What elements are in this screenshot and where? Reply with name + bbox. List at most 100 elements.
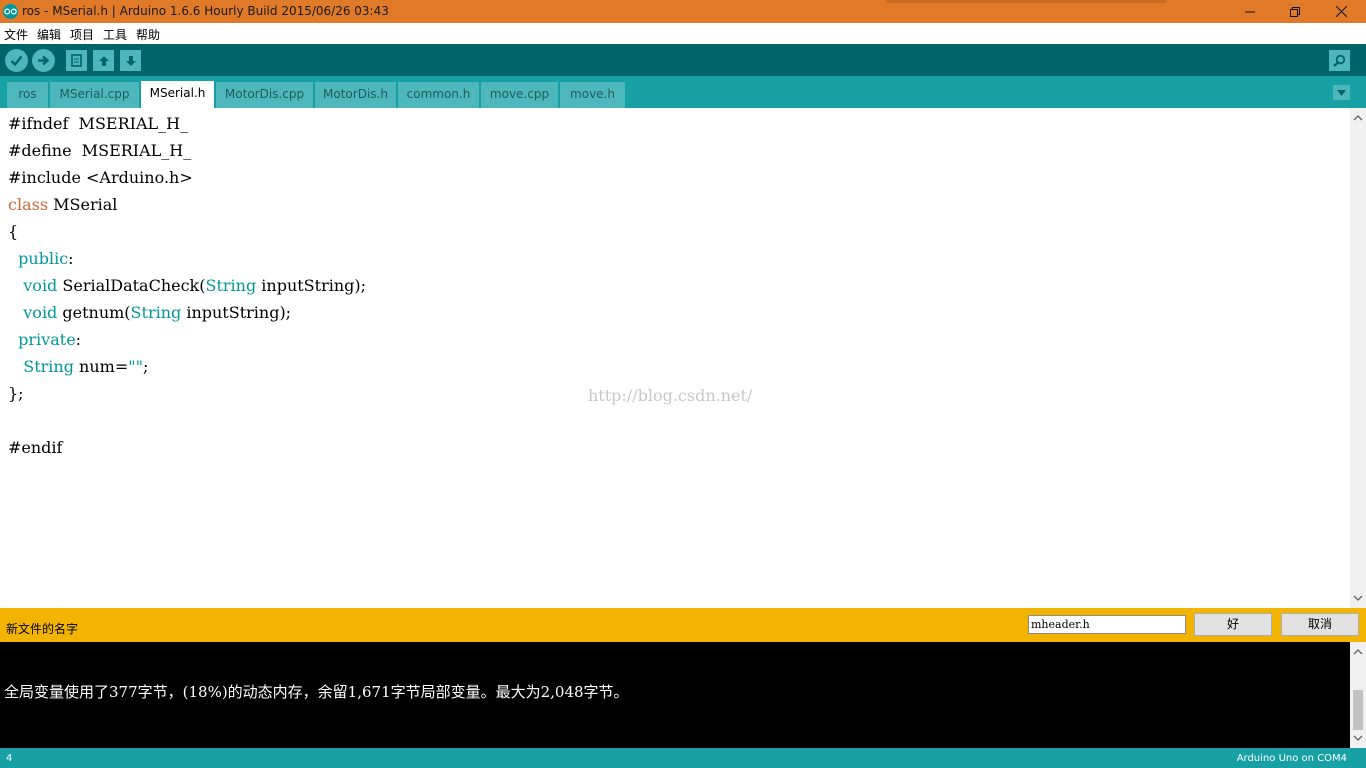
rename-bar: 新文件的名字 好 取消 bbox=[0, 608, 1366, 642]
arrow-up-icon bbox=[98, 55, 109, 66]
code-token: public bbox=[18, 249, 69, 268]
code-line: #endif bbox=[8, 438, 62, 457]
code-line: }; bbox=[8, 384, 24, 403]
tab-move-h[interactable]: move.h bbox=[560, 82, 625, 108]
code-line: #include <Arduino.h> bbox=[8, 168, 193, 187]
code-token: class bbox=[8, 195, 49, 214]
new-filename-input[interactable] bbox=[1028, 615, 1186, 634]
serial-monitor-button[interactable] bbox=[1329, 50, 1350, 71]
code-line: { bbox=[8, 222, 18, 241]
tab-motordis-h[interactable]: MotorDis.h bbox=[315, 82, 396, 108]
menu-tools[interactable]: 工具 bbox=[103, 26, 127, 43]
arduino-logo-icon bbox=[3, 4, 18, 19]
window-title: ros - MSerial.h | Arduino 1.6.6 Hourly B… bbox=[22, 4, 389, 18]
minimize-icon bbox=[1245, 11, 1255, 12]
scroll-up-icon bbox=[1353, 649, 1363, 655]
code-token: void bbox=[23, 303, 58, 322]
tab-common-h[interactable]: common.h bbox=[398, 82, 479, 108]
tab-mserial-cpp[interactable]: MSerial.cpp bbox=[50, 82, 139, 108]
code-token: #ifndef MSERIAL_H_ bbox=[8, 114, 189, 133]
code-token: MSerial bbox=[48, 195, 118, 214]
new-file-icon bbox=[71, 54, 82, 67]
tab-mserial-h[interactable]: MSerial.h bbox=[141, 81, 214, 108]
console-output: 全局变量使用了377字节，(18%)的动态内存，余留1,671字节局部变量。最大… bbox=[0, 642, 1350, 748]
close-window-button[interactable] bbox=[1318, 0, 1364, 23]
board-port: Arduino Uno on COM4 bbox=[1236, 753, 1347, 764]
scroll-down-icon bbox=[1353, 595, 1363, 601]
code-token: num= bbox=[73, 357, 129, 376]
code-token: : bbox=[68, 249, 74, 268]
checkmark-icon bbox=[10, 55, 23, 66]
watermark-text: http://blog.csdn.net/ bbox=[588, 386, 753, 405]
status-bar: 4 Arduino Uno on COM4 bbox=[0, 748, 1366, 768]
code-token: #include <Arduino.h> bbox=[8, 168, 193, 187]
menu-edit[interactable]: 编辑 bbox=[37, 26, 61, 43]
open-sketch-button[interactable] bbox=[93, 50, 114, 71]
console-scroll-thumb[interactable] bbox=[1353, 690, 1363, 730]
restore-button[interactable] bbox=[1272, 0, 1318, 23]
menu-help[interactable]: 帮助 bbox=[136, 26, 160, 43]
code-line: #ifndef MSERIAL_H_ bbox=[8, 114, 188, 133]
code-token: inputString); bbox=[181, 303, 292, 322]
code-token: #define MSERIAL_H_ bbox=[8, 141, 192, 160]
triangle-down-icon bbox=[1337, 89, 1346, 96]
code-line: void SerialDataCheck(String inputString)… bbox=[8, 276, 366, 295]
arrow-down-icon bbox=[125, 55, 136, 66]
scroll-down-icon bbox=[1353, 735, 1363, 741]
arrow-right-icon bbox=[38, 55, 50, 66]
code-token: SerialDataCheck( bbox=[57, 276, 206, 295]
code-editor[interactable]: #ifndef MSERIAL_H_ #define MSERIAL_H_ #inc… bbox=[0, 108, 1350, 608]
code-token: private bbox=[18, 330, 76, 349]
code-token: String bbox=[205, 276, 257, 295]
tab-bar: ros MSerial.cpp MSerial.h MotorDis.cpp M… bbox=[0, 76, 1366, 108]
code-line: private: bbox=[8, 330, 81, 349]
line-number: 4 bbox=[6, 753, 13, 764]
code-token: inputString); bbox=[256, 276, 367, 295]
new-filename-label: 新文件的名字 bbox=[6, 622, 79, 636]
title-shadow bbox=[886, 0, 1166, 3]
code-token: #endif bbox=[8, 438, 63, 457]
code-token: String bbox=[130, 303, 182, 322]
menu-bar: 文件 编辑 项目 工具 帮助 bbox=[0, 23, 1366, 43]
code-token: { bbox=[8, 222, 19, 241]
code-line: class MSerial bbox=[8, 195, 117, 214]
code-token: "" bbox=[128, 357, 143, 376]
code-token: void bbox=[23, 276, 58, 295]
upload-button[interactable] bbox=[32, 49, 55, 72]
code-line: void getnum(String inputString); bbox=[8, 303, 291, 322]
tab-ros[interactable]: ros bbox=[7, 82, 48, 108]
console-message: 全局变量使用了377字节，(18%)的动态内存，余留1,671字节局部变量。最大… bbox=[4, 683, 629, 701]
code-token: ; bbox=[142, 357, 149, 376]
restore-icon bbox=[1290, 6, 1300, 17]
code-token: getnum( bbox=[57, 303, 131, 322]
tab-menu-button[interactable] bbox=[1333, 85, 1350, 100]
toolbar bbox=[0, 44, 1366, 76]
menu-file[interactable]: 文件 bbox=[4, 26, 28, 43]
new-sketch-button[interactable] bbox=[66, 50, 87, 71]
close-icon bbox=[1335, 6, 1347, 17]
title-bar: ros - MSerial.h | Arduino 1.6.6 Hourly B… bbox=[0, 0, 1366, 23]
save-sketch-button[interactable] bbox=[120, 50, 141, 71]
magnifier-icon bbox=[1333, 54, 1346, 67]
ok-button[interactable]: 好 bbox=[1194, 613, 1272, 636]
code-token: String bbox=[23, 357, 74, 376]
tab-move-cpp[interactable]: move.cpp bbox=[481, 82, 558, 108]
cancel-button[interactable]: 取消 bbox=[1281, 613, 1359, 636]
minimize-button[interactable] bbox=[1227, 0, 1273, 23]
scroll-up-icon bbox=[1353, 115, 1363, 121]
code-line: public: bbox=[8, 249, 74, 268]
editor-scrollbar[interactable] bbox=[1350, 108, 1366, 608]
tab-motordis-cpp[interactable]: MotorDis.cpp bbox=[216, 82, 313, 108]
code-line: String num=""; bbox=[8, 357, 148, 376]
code-line: #define MSERIAL_H_ bbox=[8, 141, 191, 160]
verify-button[interactable] bbox=[5, 49, 28, 72]
menu-sketch[interactable]: 项目 bbox=[70, 26, 94, 43]
code-token: }; bbox=[8, 384, 24, 403]
console-scrollbar[interactable] bbox=[1350, 642, 1366, 748]
code-token: : bbox=[75, 330, 82, 349]
